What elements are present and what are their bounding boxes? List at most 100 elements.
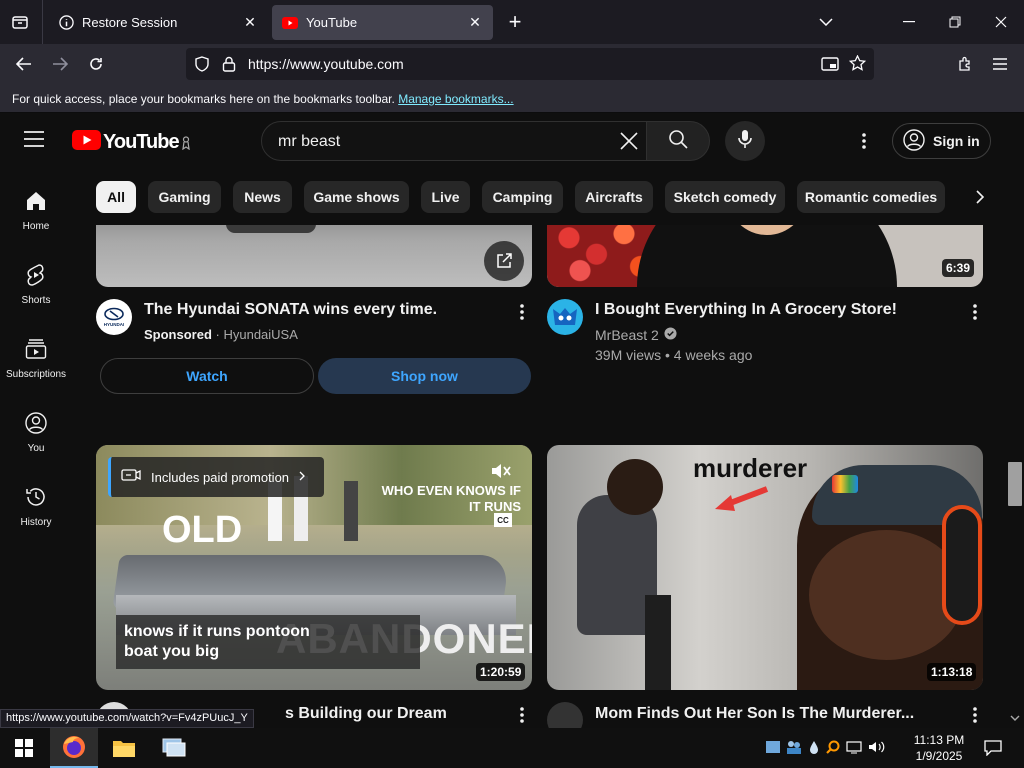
chip-all[interactable]: All <box>96 181 136 213</box>
youtube-logo-text: YouTube <box>103 131 180 153</box>
guide-menu-icon[interactable] <box>24 131 44 152</box>
microphone-icon <box>738 129 752 154</box>
chip-news[interactable]: News <box>233 181 292 213</box>
sponsored-label: Sponsored <box>144 327 212 342</box>
grocery-title[interactable]: I Bought Everything In A Grocery Store! <box>595 301 897 319</box>
search-box[interactable]: mr beast <box>261 121 647 161</box>
murderer-title[interactable]: Mom Finds Out Her Son Is The Murderer... <box>595 705 914 723</box>
ad-title[interactable]: The Hyundai SONATA wins every time. <box>144 301 437 319</box>
close-window-icon[interactable] <box>986 7 1016 37</box>
sign-in-label: Sign in <box>933 133 980 149</box>
subscriptions-icon <box>0 335 72 363</box>
sign-in-button[interactable]: Sign in <box>892 123 991 159</box>
grocery-meta: 39M views • 4 weeks ago <box>595 347 753 363</box>
menu-icon[interactable] <box>985 49 1015 79</box>
scroll-down-icon[interactable] <box>1008 711 1022 725</box>
chip-aircrafts[interactable]: Aircrafts <box>575 181 653 213</box>
ad-kebab-icon[interactable] <box>510 300 534 324</box>
hyundai-avatar[interactable]: HYUNDAI <box>96 299 132 335</box>
picture-in-picture-icon[interactable] <box>821 56 839 77</box>
guide-item-subscriptions[interactable]: Subscriptions <box>0 335 72 380</box>
advertiser-name[interactable]: HyundaiUSA <box>223 327 297 342</box>
chip-live[interactable]: Live <box>421 181 470 213</box>
tray-drop-icon[interactable] <box>808 740 820 759</box>
chip-game-shows[interactable]: Game shows <box>304 181 409 213</box>
tray-network-people-icon[interactable] <box>786 740 802 759</box>
mrbeast2-avatar[interactable] <box>547 299 583 335</box>
url-bar[interactable]: https://www.youtube.com <box>186 48 874 80</box>
guide-item-home[interactable]: Home <box>0 187 72 232</box>
forward-icon[interactable] <box>45 49 75 79</box>
list-all-tabs-icon[interactable] <box>811 7 841 37</box>
duration-badge: 1:13:18 <box>927 663 977 681</box>
close-icon[interactable]: ✕ <box>467 14 483 31</box>
voice-search-button[interactable] <box>725 121 765 161</box>
firefox-view-icon[interactable] <box>5 7 35 37</box>
chip-next-icon[interactable] <box>968 185 992 209</box>
search-input[interactable]: mr beast <box>278 133 340 151</box>
chevron-right-icon <box>299 468 305 486</box>
tray-search-icon[interactable] <box>826 740 840 759</box>
grocery-channel[interactable]: MrBeast 2 <box>595 327 677 343</box>
murderer-kebab-icon[interactable] <box>963 703 987 727</box>
chip-sketch-comedy[interactable]: Sketch comedy <box>665 181 785 213</box>
close-icon[interactable]: ✕ <box>242 14 258 31</box>
chip-romantic-comedies[interactable]: Romantic comedies <box>797 181 945 213</box>
ad-thumbnail[interactable] <box>96 225 532 287</box>
video-grid: HYUNDAI The Hyundai SONATA wins every ti… <box>72 225 1024 728</box>
settings-kebab-icon[interactable] <box>856 131 872 151</box>
guide-item-you[interactable]: You <box>0 409 72 454</box>
lock-icon[interactable] <box>222 56 236 77</box>
restore-icon[interactable] <box>940 7 970 37</box>
guide-label: You <box>27 443 45 454</box>
volume-icon[interactable] <box>868 740 886 759</box>
chip-camping[interactable]: Camping <box>482 181 563 213</box>
file-explorer-icon[interactable] <box>100 728 148 768</box>
bookmark-star-icon[interactable] <box>848 54 867 77</box>
browser-tab-bar: Restore Session ✕ YouTube ✕ + <box>0 0 1024 44</box>
windows-start-icon[interactable] <box>0 728 48 768</box>
guide-item-history[interactable]: History <box>0 483 72 528</box>
manage-bookmarks-link[interactable]: Manage bookmarks... <box>398 92 513 106</box>
search-button[interactable] <box>646 121 710 161</box>
grocery-kebab-icon[interactable] <box>963 300 987 324</box>
tab-title: YouTube <box>306 15 358 30</box>
murderer-avatar[interactable] <box>547 702 583 728</box>
scrollbar-thumb[interactable] <box>1008 462 1022 506</box>
taskbar-clock[interactable]: 11:13 PM 1/9/2025 <box>908 732 970 764</box>
chip-gaming[interactable]: Gaming <box>148 181 221 213</box>
guide-label: Home <box>22 221 50 232</box>
notifications-icon[interactable] <box>978 728 1008 768</box>
new-tab-icon[interactable]: + <box>500 7 530 37</box>
url-text: https://www.youtube.com <box>248 56 404 72</box>
remote-desktop-icon[interactable] <box>150 728 198 768</box>
shield-icon[interactable] <box>194 56 210 77</box>
duration-badge: 1:20:59 <box>476 663 526 681</box>
tab-restore-session[interactable]: Restore Session ✕ <box>48 5 268 40</box>
back-icon[interactable] <box>9 49 39 79</box>
ad-watch-button[interactable]: Watch <box>100 358 314 394</box>
channel-name[interactable]: MrBeast 2 <box>595 327 659 343</box>
pontoon-title[interactable]: s Building our Dream <box>285 705 447 723</box>
pontoon-kebab-icon[interactable] <box>510 703 534 727</box>
youtube-logo[interactable]: YouTube <box>72 130 190 155</box>
thumb-text-murderer: murderer <box>693 453 808 483</box>
external-link-icon[interactable] <box>484 241 524 281</box>
grocery-thumbnail[interactable]: 6:39 <box>547 225 983 287</box>
reload-icon[interactable] <box>81 49 111 79</box>
murderer-thumbnail[interactable]: murderer 1:13:18 <box>547 445 983 690</box>
minimize-icon[interactable] <box>894 7 924 37</box>
bookmarks-toolbar: For quick access, place your bookmarks h… <box>0 84 1024 113</box>
paid-promotion-badge[interactable]: Includes paid promotion <box>108 457 324 497</box>
tray-app-icon[interactable] <box>766 740 780 759</box>
verified-icon <box>664 327 677 343</box>
tab-youtube[interactable]: YouTube ✕ <box>272 5 493 40</box>
system-tray <box>766 740 886 759</box>
clear-search-icon[interactable] <box>620 132 638 155</box>
tray-display-icon[interactable] <box>846 740 862 759</box>
extensions-icon[interactable] <box>950 49 980 79</box>
firefox-taskbar-icon[interactable] <box>50 728 98 768</box>
guide-item-shorts[interactable]: Shorts <box>0 261 72 306</box>
ad-shop-now-button[interactable]: Shop now <box>318 358 531 394</box>
pontoon-thumbnail[interactable]: Includes paid promotion OLD WHO EVEN KNO… <box>96 445 532 690</box>
